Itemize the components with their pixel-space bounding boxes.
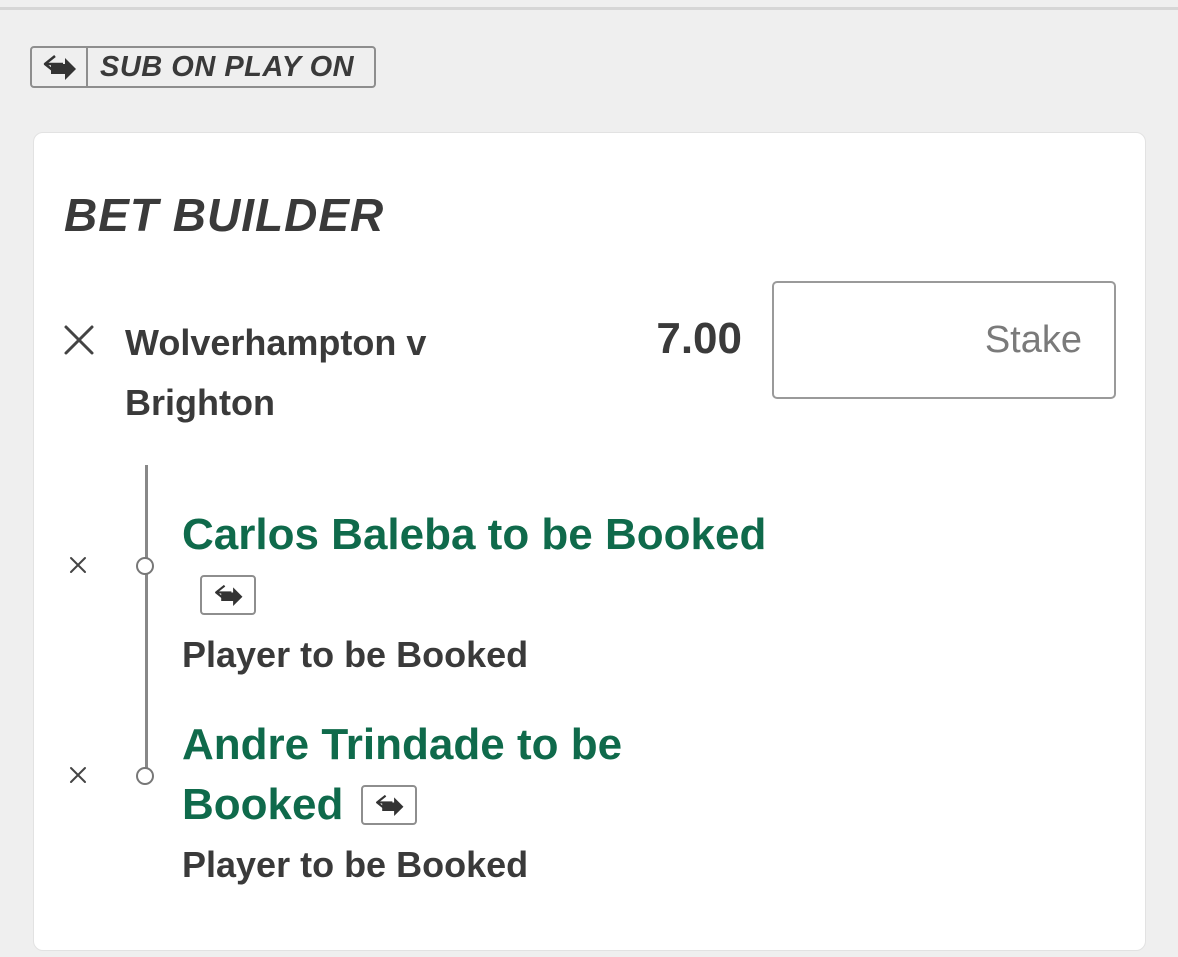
remove-leg-close-icon[interactable] [68, 765, 88, 785]
remove-leg-close-icon[interactable] [68, 555, 88, 575]
substitution-swap-icon [200, 575, 256, 615]
event-name: Wolverhampton v Brighton [125, 313, 505, 433]
bet-builder-title: BET BUILDER [64, 189, 385, 241]
leg-selection-line2: Booked [182, 780, 344, 829]
timeline-node [136, 557, 154, 575]
leg-item: Andre Trindade to be Booked Player to be… [182, 715, 882, 895]
legs-timeline [145, 465, 148, 775]
timeline-node [136, 767, 154, 785]
leg-selection: Carlos Baleba to be Booked [182, 510, 767, 559]
leg-market: Player to be Booked [182, 634, 529, 675]
bet-builder-card: BET BUILDER Wolverhampton v Brighton 7.0… [33, 132, 1146, 951]
substitution-swap-icon [32, 48, 88, 86]
odds-value: 7.00 [656, 314, 742, 363]
event-name-line2: Brighton [125, 382, 275, 423]
sub-on-play-on-label: SUB ON PLAY ON [100, 50, 355, 83]
leg-market: Player to be Booked [182, 844, 529, 885]
stake-input[interactable] [772, 281, 1116, 399]
sub-on-play-on-badge: SUB ON PLAY ON [30, 46, 376, 88]
remove-bet-close-icon[interactable] [62, 323, 96, 357]
leg-item: Carlos Baleba to be Booked Player to be … [182, 505, 882, 685]
leg-selection-line1: Andre Trindade to be [182, 720, 623, 769]
top-divider [0, 7, 1178, 10]
event-name-line1: Wolverhampton v [125, 322, 427, 363]
substitution-swap-icon [361, 785, 418, 825]
